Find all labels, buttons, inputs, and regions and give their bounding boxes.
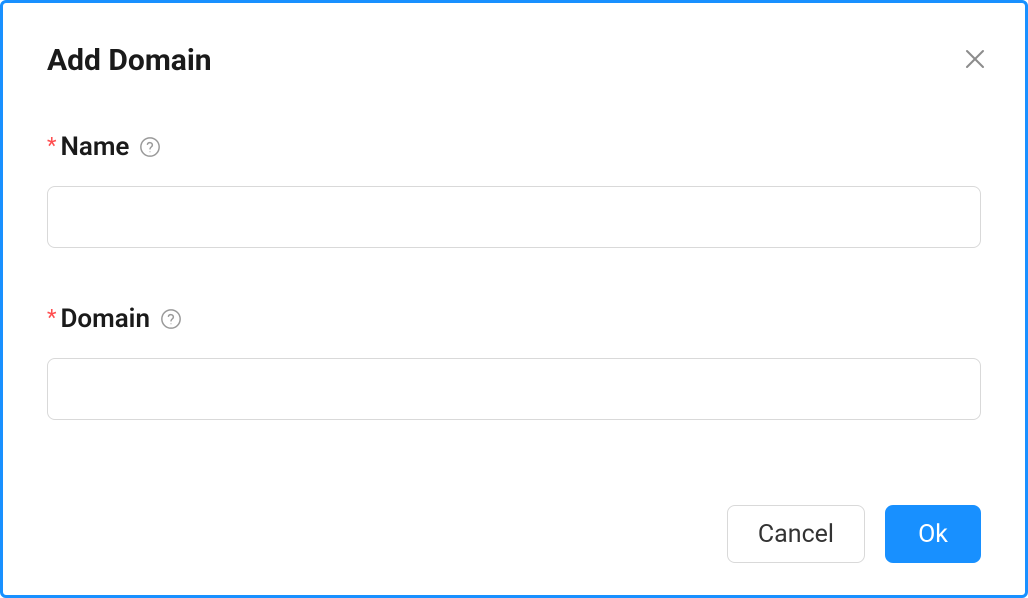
modal-footer: Cancel Ok <box>47 505 981 563</box>
domain-label-row: * Domain <box>47 304 981 334</box>
domain-input[interactable] <box>47 358 981 420</box>
name-field-group: * Name <box>47 132 981 248</box>
modal-header: Add Domain <box>47 43 981 78</box>
help-icon[interactable] <box>160 308 182 330</box>
name-input[interactable] <box>47 186 981 248</box>
cancel-button[interactable]: Cancel <box>727 505 865 563</box>
required-asterisk: * <box>47 308 56 330</box>
name-label: Name <box>60 132 129 162</box>
name-label-row: * Name <box>47 132 981 162</box>
add-domain-modal: Add Domain * Name <box>0 0 1028 598</box>
close-icon[interactable] <box>963 47 987 71</box>
domain-field-group: * Domain <box>47 304 981 420</box>
add-domain-form: * Name * Domain <box>47 132 981 505</box>
required-asterisk: * <box>47 136 56 158</box>
ok-button[interactable]: Ok <box>885 505 981 563</box>
modal-title: Add Domain <box>47 43 212 78</box>
domain-label: Domain <box>60 304 149 334</box>
help-icon[interactable] <box>139 136 161 158</box>
